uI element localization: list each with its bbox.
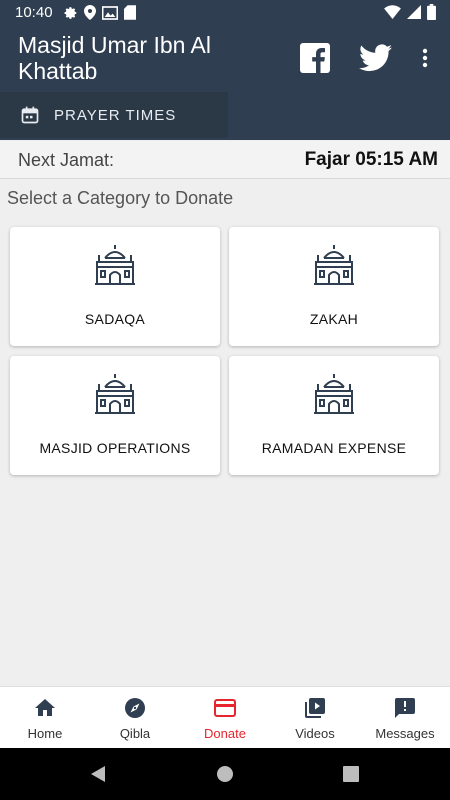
more-vert-icon <box>422 48 428 68</box>
compass-icon <box>125 698 145 718</box>
bottom-navigation: Home Qibla Donate Videos Messages <box>0 686 450 748</box>
signal-icon <box>407 5 421 19</box>
nav-item-donate[interactable]: Donate <box>180 687 270 749</box>
facebook-icon <box>300 43 330 73</box>
gallery-icon <box>102 5 118 20</box>
app-header: 10:40 Masjid Umar Ibn Al Khattab PRAYER … <box>0 0 450 140</box>
category-card-ramadan-expense[interactable]: RAMADAN EXPENSE <box>229 356 439 475</box>
recents-icon[interactable] <box>341 764 361 784</box>
sd-card-icon <box>124 5 136 20</box>
battery-icon <box>427 4 436 20</box>
mosque-icon <box>314 245 354 285</box>
nav-label: Videos <box>295 726 335 741</box>
nav-item-videos[interactable]: Videos <box>270 687 360 749</box>
status-bar: 10:40 <box>0 0 450 26</box>
category-card-zakah[interactable]: ZAKAH <box>229 227 439 346</box>
card-icon <box>214 699 236 717</box>
nav-label: Donate <box>204 726 246 741</box>
category-card-masjid-operations[interactable]: MASJID OPERATIONS <box>10 356 220 475</box>
category-card-sadaqa[interactable]: SADAQA <box>10 227 220 346</box>
status-notification-icons <box>64 5 136 20</box>
next-jamat-label: Next Jamat: <box>18 150 115 170</box>
overflow-menu-button[interactable] <box>418 43 432 73</box>
system-navigation-bar <box>0 748 450 800</box>
home-icon <box>35 699 55 716</box>
category-label: SADAQA <box>84 311 146 327</box>
message-icon <box>395 698 415 718</box>
next-jamat-bar: Next Jamat: Fajar 05:15 AM <box>0 141 450 179</box>
nav-item-qibla[interactable]: Qibla <box>90 687 180 749</box>
settings-icon <box>64 6 77 19</box>
twitter-icon <box>359 44 392 72</box>
mosque-icon <box>95 245 135 285</box>
location-icon <box>84 5 96 20</box>
tab-label: PRAYER TIMES <box>54 106 177 124</box>
category-label: RAMADAN EXPENSE <box>261 440 407 456</box>
status-system-icons <box>384 4 436 20</box>
twitter-button[interactable] <box>359 43 392 73</box>
facebook-button[interactable] <box>300 43 330 73</box>
video-library-icon <box>305 698 325 718</box>
mosque-icon <box>314 374 354 414</box>
next-jamat-time: Fajar 05:15 AM <box>304 149 438 170</box>
category-label: ZAKAH <box>309 311 359 327</box>
nav-item-messages[interactable]: Messages <box>360 687 450 749</box>
donate-heading: Select a Category to Donate <box>7 188 234 208</box>
wifi-icon <box>384 5 401 19</box>
status-time: 10:40 <box>15 4 53 21</box>
back-icon[interactable] <box>89 764 109 784</box>
home-circle-icon[interactable] <box>215 764 235 784</box>
app-title: Masjid Umar Ibn Al Khattab <box>18 32 212 84</box>
nav-label: Qibla <box>119 726 151 741</box>
nav-label: Messages <box>375 726 435 741</box>
mosque-icon <box>95 374 135 414</box>
nav-item-home[interactable]: Home <box>0 687 90 749</box>
nav-label: Home <box>27 726 63 741</box>
calendar-icon <box>21 106 39 124</box>
tab-prayer-times[interactable]: PRAYER TIMES <box>0 92 228 138</box>
category-label: MASJID OPERATIONS <box>39 440 191 456</box>
